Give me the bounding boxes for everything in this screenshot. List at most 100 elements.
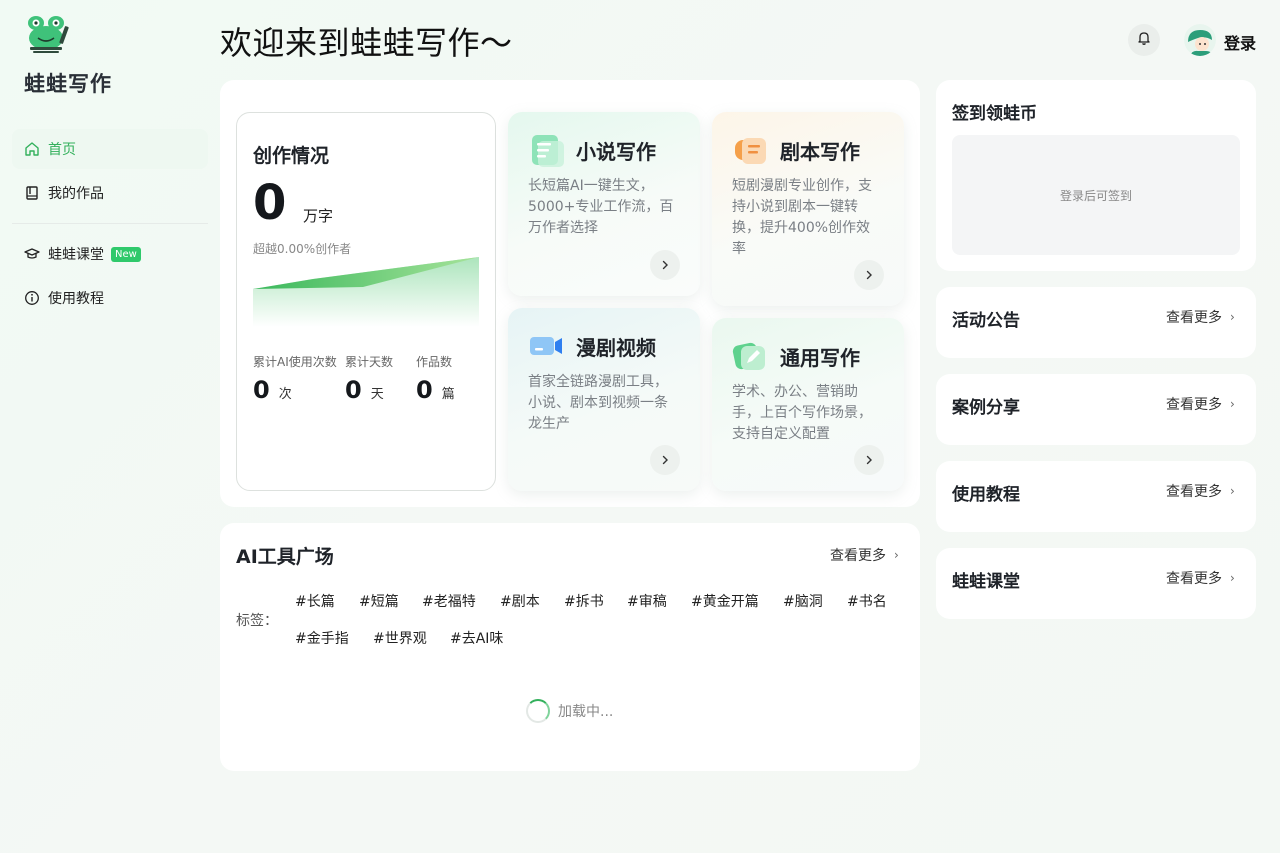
tags-label: 标签： <box>236 613 278 629</box>
section-title: 使用教程 <box>952 485 1020 505</box>
tag-item[interactable]: #拆书 <box>564 591 604 611</box>
loading-text: 加载中... <box>558 704 614 720</box>
tag-item[interactable]: #书名 <box>847 591 887 611</box>
notification-button[interactable] <box>1128 24 1160 56</box>
script-writing-card[interactable]: 剧本写作 短剧漫剧专业创作，支持小说到剧本一键转换，提升400%创作效率 <box>712 112 904 306</box>
avatar[interactable] <box>1184 24 1216 56</box>
general-writing-card[interactable]: 通用写作 学术、办公、营销助手，上百个写作场景，支持自定义配置 <box>712 318 904 491</box>
case-share-view-more-link[interactable]: 查看更多 › <box>1166 394 1235 414</box>
overview-panel: 创作情况 0 万字 超越0.00%创作者 累计AI使用次数 0 次 累计天数 0… <box>220 80 920 507</box>
tag-item[interactable]: #老福特 <box>422 591 476 611</box>
document-icon <box>528 132 564 168</box>
chevron-right-icon[interactable] <box>854 260 884 290</box>
announcement-view-more-link[interactable]: 查看更多 › <box>1166 307 1235 327</box>
chevron-right-icon[interactable] <box>854 445 884 475</box>
chevron-right-icon: › <box>1230 484 1235 498</box>
chevron-right-icon[interactable] <box>650 445 680 475</box>
growth-chart <box>253 257 479 327</box>
signin-hint: 登录后可签到 <box>1059 188 1132 203</box>
graduation-cap-icon <box>24 246 40 262</box>
stats-title: 创作情况 <box>253 145 330 167</box>
card-description: 短剧漫剧专业创作，支持小说到剧本一键转换，提升400%创作效率 <box>732 178 872 257</box>
page-title: 欢迎来到蛙蛙写作～ <box>220 24 513 62</box>
ai-uses-value: 0 <box>253 376 270 404</box>
chevron-right-icon: › <box>1230 397 1235 411</box>
tutorial-view-more-link[interactable]: 查看更多 › <box>1166 481 1235 501</box>
days-label: 累计天数 <box>345 355 394 369</box>
bell-icon <box>1136 30 1152 50</box>
card-title: 小说写作 <box>576 140 656 164</box>
chevron-right-icon: › <box>894 548 899 562</box>
signin-card: 签到领蛙币 登录后可签到 <box>936 80 1256 271</box>
word-count-unit: 万字 <box>303 207 334 225</box>
sidebar-item-label: 首页 <box>48 142 76 158</box>
section-title: 蛙蛙课堂 <box>952 572 1020 592</box>
works-stat: 作品数 0 篇 <box>416 353 455 404</box>
tag-item[interactable]: #世界观 <box>373 628 427 648</box>
card-description: 学术、办公、营销助手，上百个写作场景，支持自定义配置 <box>732 384 872 442</box>
tag-item[interactable]: #黄金开篇 <box>691 591 759 611</box>
login-button[interactable]: 登录 <box>1224 30 1256 54</box>
video-camera-icon <box>528 328 564 364</box>
chevron-right-icon: › <box>1230 310 1235 324</box>
tag-item[interactable]: #长篇 <box>295 591 335 611</box>
classroom-card: 蛙蛙课堂 查看更多 › <box>936 548 1256 619</box>
sidebar-item-label: 使用教程 <box>48 291 104 307</box>
book-icon <box>24 185 40 201</box>
surpass-text: 超越0.00%创作者 <box>253 242 352 256</box>
view-more-label: 查看更多 <box>830 548 886 564</box>
section-title: 活动公告 <box>952 311 1020 331</box>
days-stat: 累计天数 0 天 <box>345 353 393 404</box>
ai-uses-label: 累计AI使用次数 <box>253 355 337 369</box>
card-description: 首家全链路漫剧工具，小说、剧本到视频一条龙生产 <box>528 374 668 432</box>
card-description: 长短篇AI一键生文，5000+专业工作流，百万作者选择 <box>528 178 674 236</box>
sidebar-item-label: 蛙蛙课堂 <box>48 247 104 263</box>
edit-icon <box>732 338 768 374</box>
novel-writing-card[interactable]: 小说写作 长短篇AI一键生文，5000+专业工作流，百万作者选择 <box>508 112 700 296</box>
card-title: 剧本写作 <box>780 140 860 164</box>
announcement-card: 活动公告 查看更多 › <box>936 287 1256 358</box>
card-title: 通用写作 <box>780 346 860 370</box>
sidebar-item-home[interactable]: 首页 <box>12 129 208 169</box>
tools-view-more-link[interactable]: 查看更多 › <box>830 545 899 565</box>
tag-item[interactable]: #脑洞 <box>783 591 823 611</box>
word-count: 0 <box>253 175 287 231</box>
section-title: 案例分享 <box>952 398 1020 418</box>
view-more-label: 查看更多 <box>1166 397 1222 413</box>
ai-tools-panel: AI工具广场 查看更多 › 标签： #长篇 #短篇 #老福特 #剧本 #拆书 #… <box>220 523 920 771</box>
tag-item[interactable]: #审稿 <box>627 591 667 611</box>
sidebar: 蛙蛙写作 首页 我的作品 蛙蛙课堂 New 使用教程 <box>0 0 220 853</box>
tag-item[interactable]: #去AI味 <box>450 628 503 648</box>
view-more-label: 查看更多 <box>1166 310 1222 326</box>
chevron-right-icon: › <box>1230 571 1235 585</box>
tutorial-card: 使用教程 查看更多 › <box>936 461 1256 532</box>
signin-box: 登录后可签到 <box>952 135 1240 255</box>
tag-item[interactable]: #金手指 <box>295 628 349 648</box>
view-more-label: 查看更多 <box>1166 571 1222 587</box>
tag-item[interactable]: #短篇 <box>359 591 399 611</box>
loading-indicator: 加载中... <box>526 699 613 723</box>
comic-video-card[interactable]: 漫剧视频 首家全链路漫剧工具，小说、剧本到视频一条龙生产 <box>508 308 700 491</box>
chevron-right-icon[interactable] <box>650 250 680 280</box>
spinner-icon <box>526 699 550 723</box>
sidebar-divider <box>12 223 208 224</box>
ai-uses-unit: 次 <box>278 387 292 402</box>
frog-logo-icon[interactable] <box>26 14 72 56</box>
sidebar-item-my-works[interactable]: 我的作品 <box>12 173 208 213</box>
ai-uses-stat: 累计AI使用次数 0 次 <box>253 353 337 404</box>
works-label: 作品数 <box>416 355 453 369</box>
home-icon <box>24 141 40 157</box>
case-share-card: 案例分享 查看更多 › <box>936 374 1256 445</box>
new-badge: New <box>111 246 141 262</box>
days-unit: 天 <box>370 387 384 402</box>
tools-title: AI工具广场 <box>236 546 334 568</box>
sidebar-item-classroom[interactable]: 蛙蛙课堂 New <box>12 234 208 274</box>
tag-item[interactable]: #剧本 <box>500 591 540 611</box>
brand-name: 蛙蛙写作 <box>24 72 112 96</box>
sidebar-item-label: 我的作品 <box>48 186 104 202</box>
classroom-view-more-link[interactable]: 查看更多 › <box>1166 568 1235 588</box>
script-icon <box>732 132 768 168</box>
view-more-label: 查看更多 <box>1166 484 1222 500</box>
works-value: 0 <box>416 376 433 404</box>
sidebar-item-tutorial[interactable]: 使用教程 <box>12 278 208 318</box>
